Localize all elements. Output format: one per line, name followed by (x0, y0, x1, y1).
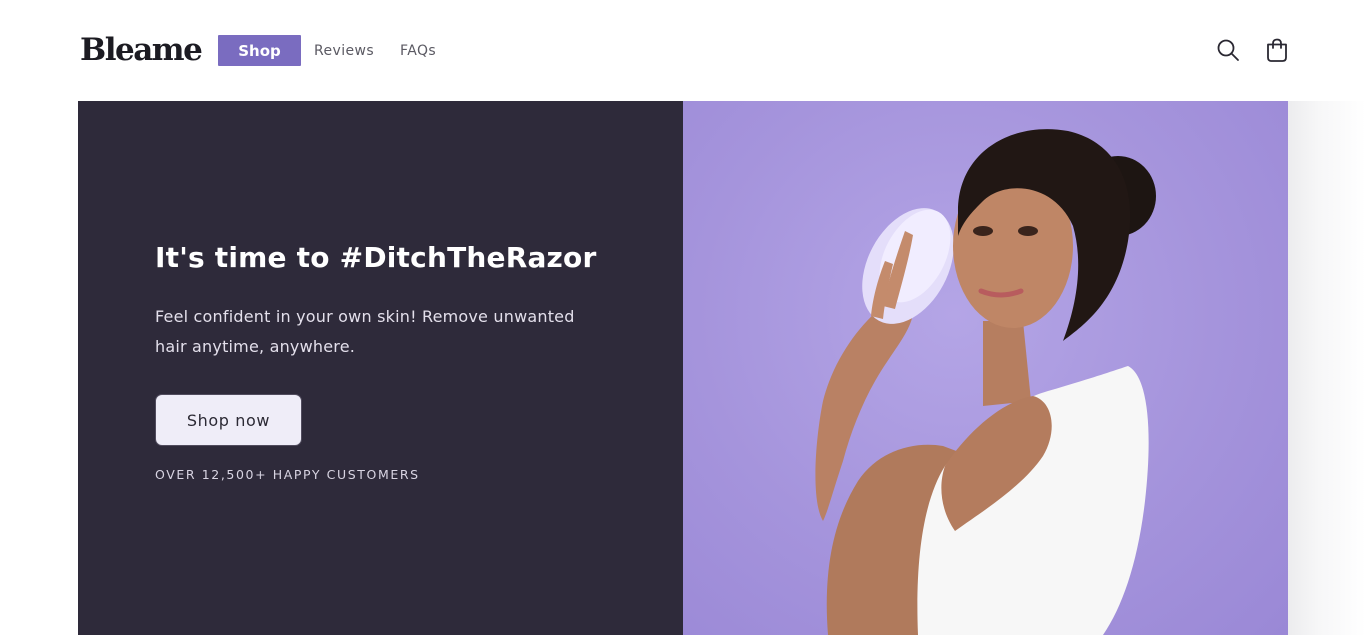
brand-logo[interactable]: Bleame (80, 30, 203, 70)
hero-description: Feel confident in your own skin! Remove … (155, 307, 575, 356)
shop-now-button[interactable]: Shop now (155, 394, 302, 446)
hero-side-shadow (1288, 101, 1366, 635)
nav-faqs-link[interactable]: FAQs (400, 43, 436, 59)
search-button[interactable] (1215, 37, 1241, 63)
nav-reviews-link[interactable]: Reviews (314, 43, 374, 59)
hero-image (683, 101, 1288, 635)
model-photo (815, 129, 1156, 635)
main-nav: Shop Reviews FAQs (218, 35, 436, 66)
hero-banner: It's time to #DitchTheRazor Feel confide… (78, 101, 1288, 635)
cart-button[interactable] (1264, 37, 1290, 63)
hero-title: It's time to #DitchTheRazor (155, 241, 597, 274)
nav-shop-link[interactable]: Shop (218, 35, 301, 66)
search-icon (1217, 39, 1239, 61)
happy-customers-badge: OVER 12,500+ HAPPY CUSTOMERS (155, 467, 420, 482)
cart-icon (1267, 38, 1287, 62)
site-header: Bleame Shop Reviews FAQs (0, 0, 1366, 101)
hero-content-panel: It's time to #DitchTheRazor Feel confide… (78, 101, 683, 635)
